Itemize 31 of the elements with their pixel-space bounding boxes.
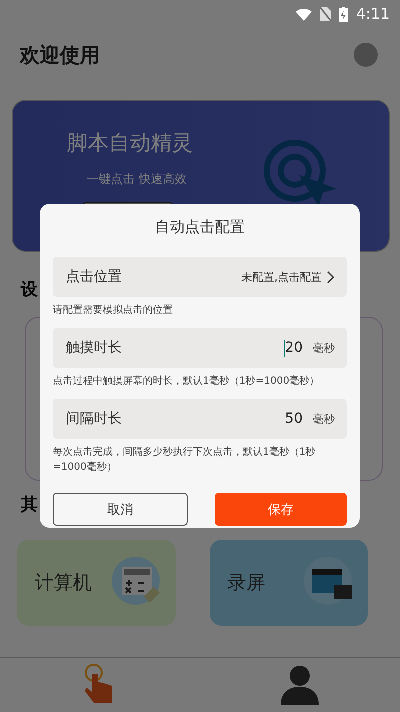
page-title: 欢迎使用 [20,42,100,68]
field-label: 间隔时长 [66,410,123,428]
status-time: 4:11 [356,5,390,23]
save-button[interactable]: 保存 [214,493,347,526]
no-sim-icon [320,7,332,21]
tool-label: 录屏 [228,571,266,596]
chevron-right-icon [327,270,335,284]
banner-title: 脚本自动精灵 [67,130,194,157]
hint-text: 点击过程中触摸屏幕的时长，默认1毫秒（1秒=1000毫秒） [53,374,321,389]
unit-label: 毫秒 [313,340,335,356]
section-title: 设 [21,280,38,300]
section-title: 其 [21,495,38,515]
field-label: 触摸时长 [66,339,123,357]
input-field[interactable]: 间隔时长 50 毫秒 [53,399,347,439]
cancel-button[interactable]: 取消 [53,493,188,526]
battery-charging-icon [339,6,348,22]
location-row[interactable]: 点击位置 未配置,点击配置 [53,257,347,297]
dialog-title: 自动点击配置 [155,218,245,237]
field-value: 50 [285,411,303,427]
wifi-icon [296,8,312,20]
person-icon[interactable] [279,664,321,706]
tool-label: 计算机 [35,571,92,596]
row-value: 未配置,点击配置 [242,270,322,284]
hint-text: 每次点击完成，间隔多少秒执行下次点击，默认1毫秒（1秒=1000毫秒） [53,446,317,475]
input-field[interactable]: 触摸时长 20 毫秒 [53,328,347,368]
hint-text: 请配置需要模拟点击的位置 [53,304,174,318]
unit-label: 毫秒 [313,412,335,426]
field-value: 20 [285,340,303,356]
banner-subtitle: 一键点击 快速高效 [87,171,188,188]
tool-card[interactable]: 计算机 [17,540,176,626]
row-label: 点击位置 [66,268,123,286]
